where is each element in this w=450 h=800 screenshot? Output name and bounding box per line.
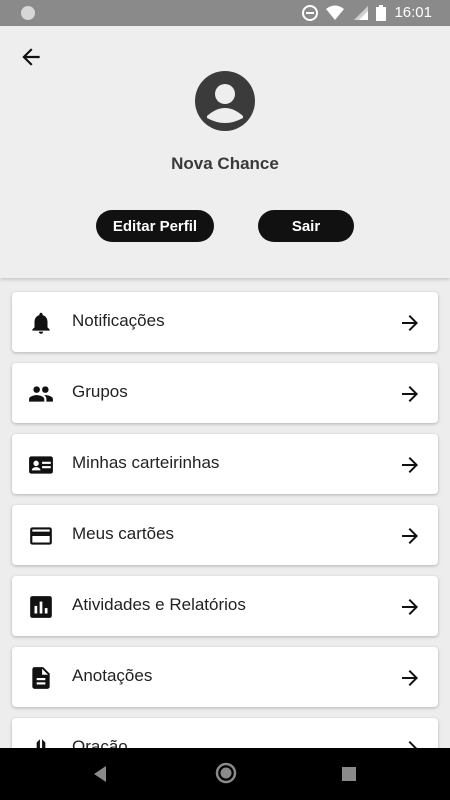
menu-item-prayer[interactable]: Oração <box>12 718 438 748</box>
arrow-right-icon <box>402 599 418 615</box>
arrow-right-icon <box>402 528 418 544</box>
nav-home-icon[interactable] <box>215 762 237 784</box>
do-not-disturb-icon <box>302 4 319 21</box>
arrow-right-icon <box>402 670 418 686</box>
clock: 16:01 <box>394 4 432 21</box>
credit-card-icon <box>30 527 52 545</box>
edit-profile-button[interactable]: Editar Perfil <box>96 210 214 242</box>
menu-item-label: Notificações <box>72 311 165 330</box>
battery-icon <box>376 4 387 21</box>
arrow-right-icon <box>402 741 417 748</box>
nav-recent-apps-icon[interactable] <box>342 767 356 781</box>
menu-item-notifications[interactable]: Notificações <box>12 292 438 352</box>
arrow-right-icon <box>402 457 418 473</box>
signal-icon <box>354 5 369 20</box>
back-arrow-icon[interactable] <box>18 44 44 70</box>
arrow-right-icon <box>402 386 418 402</box>
logout-button[interactable]: Sair <box>258 210 354 242</box>
profile-name: Nova Chance <box>171 154 279 173</box>
menu-item-notes[interactable]: Anotações <box>12 647 438 707</box>
menu-item-label: Minhas carteirinhas <box>72 453 220 472</box>
document-icon <box>32 667 50 689</box>
menu-item-label: Meus cartões <box>72 524 175 543</box>
praying-hands-icon <box>36 739 46 748</box>
avatar-icon <box>195 71 255 131</box>
menu-item-label: Atividades e Relatórios <box>72 595 246 614</box>
notification-dot-icon <box>21 6 35 20</box>
menu-item-activities-reports[interactable]: Atividades e Relatórios <box>12 576 438 636</box>
menu-item-label: Oração <box>72 737 128 748</box>
bell-icon <box>32 312 50 334</box>
status-bar: 16:01 <box>0 0 450 26</box>
status-icons: 16:01 <box>302 4 432 21</box>
system-navigation-bar <box>0 748 450 800</box>
arrow-right-icon <box>402 315 418 331</box>
profile-header: Nova Chance Editar Perfil Sair <box>0 26 450 278</box>
group-icon <box>29 386 53 402</box>
menu-item-groups[interactable]: Grupos <box>12 363 438 423</box>
menu-item-id-cards[interactable]: Minhas carteirinhas <box>12 434 438 494</box>
menu-item-cards[interactable]: Meus cartões <box>12 505 438 565</box>
menu-item-label: Anotações <box>72 666 153 685</box>
id-card-icon <box>29 456 53 474</box>
menu-list: Notificações Grupos Minhas carteirinhas … <box>0 278 450 748</box>
menu-item-label: Grupos <box>72 382 128 401</box>
bar-chart-icon <box>30 596 52 618</box>
nav-back-icon[interactable] <box>92 765 108 783</box>
wifi-icon <box>326 5 345 20</box>
